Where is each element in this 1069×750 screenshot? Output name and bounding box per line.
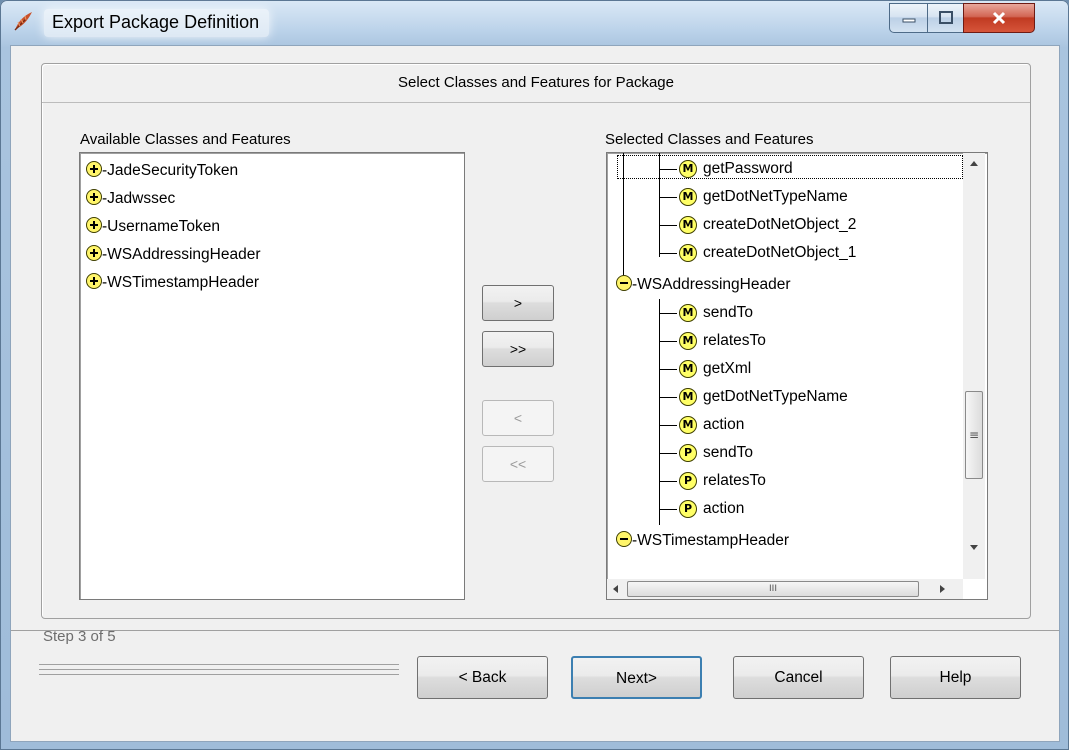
dialog-body: Select Classes and Features for Package … [10,45,1060,742]
cancel-button[interactable]: Cancel [733,656,864,699]
item-label: relatesTo [703,472,766,489]
window-title: Export Package Definition [44,9,270,37]
item-label: createDotNetObject_1 [703,244,857,261]
expand-icon[interactable] [86,189,102,205]
group-header: Select Classes and Features for Package [42,64,1030,103]
item-label: action [703,416,745,433]
property-badge-icon: P [679,444,697,462]
tree-item[interactable]: MgetDotNetTypeName [659,383,848,411]
item-label: -UsernameToken [102,218,221,235]
method-badge-icon: M [679,360,697,378]
tree-item[interactable]: McreateDotNetObject_2 [659,211,856,239]
item-label: -WSTimestampHeader [632,532,790,549]
available-list-label: Available Classes and Features [80,131,291,148]
step-indicator: Step 3 of 5 [43,628,116,645]
item-label: getDotNetTypeName [703,388,848,405]
collapse-icon[interactable] [616,275,632,291]
minimize-button[interactable] [889,3,928,33]
selected-list-label: Selected Classes and Features [605,131,814,148]
scroll-left-icon[interactable] [607,579,625,599]
scroll-up-icon[interactable] [963,153,985,173]
grip-icon: ≡ [968,428,980,442]
item-label: getDotNetTypeName [703,188,848,205]
tree-node-ws-addressing-header[interactable]: -WSAddressingHeader [616,271,791,299]
maximize-button[interactable] [927,3,964,33]
item-label: -WSAddressingHeader [632,276,791,293]
method-badge-icon: M [679,416,697,434]
step-progress-lines [39,664,399,680]
selected-list[interactable]: MgetPassword MgetDotNetTypeName McreateD… [606,152,988,600]
method-badge-icon: M [679,332,697,350]
scroll-down-icon[interactable] [963,537,985,557]
item-label: action [703,500,745,517]
app-feather-icon [14,12,32,31]
item-label: sendTo [703,304,753,321]
item-label: -WSAddressingHeader [102,246,261,263]
tree-item[interactable]: PrelatesTo [659,467,766,495]
list-item[interactable]: -UsernameToken [86,213,220,241]
maximize-icon [938,11,953,24]
focus-rectangle [617,155,963,179]
remove-all-button[interactable]: << [482,446,554,482]
back-button[interactable]: < Back [417,656,548,699]
dialog-window: Export Package Definition Select Classes… [0,0,1069,750]
tree-item[interactable]: MgetXml [659,355,751,383]
tree-item[interactable]: Maction [659,411,744,439]
method-badge-icon: M [679,304,697,322]
tree-item[interactable]: PsendTo [659,439,753,467]
add-button[interactable]: > [482,285,554,321]
available-list[interactable]: -JadeSecurityToken -Jadwssec -UsernameTo… [79,152,465,600]
method-badge-icon: M [679,216,697,234]
close-button[interactable] [963,3,1035,33]
remove-button[interactable]: < [482,400,554,436]
tree-item[interactable]: Paction [659,495,744,523]
tree-item[interactable]: MgetDotNetTypeName [659,183,848,211]
horizontal-scroll-thumb[interactable]: III [627,581,919,597]
item-label: getXml [703,360,752,377]
item-label: sendTo [703,444,753,461]
item-label: -WSTimestampHeader [102,274,260,291]
list-item[interactable]: -Jadwssec [86,185,175,213]
close-icon [992,11,1006,25]
list-item[interactable]: -WSAddressingHeader [86,241,261,269]
tree-node-ws-timestamp-header[interactable]: -WSTimestampHeader [616,527,789,555]
tree-item[interactable]: McreateDotNetObject_1 [659,239,856,267]
item-label: createDotNetObject_2 [703,216,857,233]
help-button[interactable]: Help [890,656,1021,699]
selection-group: Select Classes and Features for Package … [41,63,1031,619]
method-badge-icon: M [679,244,697,262]
tree-item[interactable]: MrelatesTo [659,327,766,355]
scroll-right-icon[interactable] [933,579,951,599]
method-badge-icon: M [679,388,697,406]
item-label: -Jadwssec [102,190,176,207]
list-item[interactable]: -WSTimestampHeader [86,269,259,297]
title-bar[interactable]: Export Package Definition [0,0,1069,44]
item-label: -JadeSecurityToken [102,162,239,179]
expand-icon[interactable] [86,273,102,289]
expand-icon[interactable] [86,217,102,233]
next-button[interactable]: Next> [571,656,702,699]
property-badge-icon: P [679,472,697,490]
expand-icon[interactable] [86,161,102,177]
horizontal-scrollbar[interactable]: III [607,579,963,599]
list-item[interactable]: -JadeSecurityToken [86,157,238,185]
vertical-scrollbar[interactable]: ≡ [963,153,985,579]
expand-icon[interactable] [86,245,102,261]
add-all-button[interactable]: >> [482,331,554,367]
tree-item[interactable]: MsendTo [659,299,753,327]
method-badge-icon: M [679,188,697,206]
minimize-icon [902,18,915,23]
grip-icon: III [769,584,777,594]
property-badge-icon: P [679,500,697,518]
collapse-icon[interactable] [616,531,632,547]
item-label: relatesTo [703,332,766,349]
scroll-thumb[interactable]: ≡ [965,391,983,479]
footer-divider [11,630,1059,631]
